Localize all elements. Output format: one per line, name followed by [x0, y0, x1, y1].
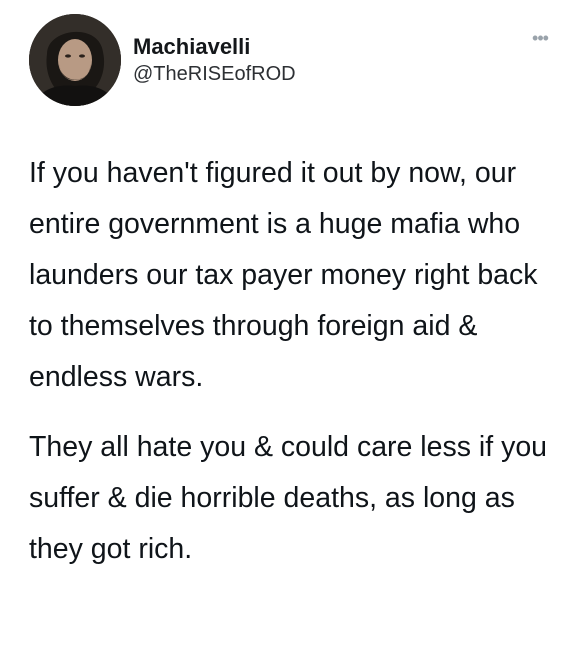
tweet-card: Machiavelli @TheRISEofROD ••• If you hav…	[0, 0, 572, 653]
avatar[interactable]	[29, 14, 121, 106]
avatar-photo-icon	[29, 14, 121, 106]
user-handle[interactable]: @TheRISEofROD	[133, 63, 296, 86]
tweet-paragraph: If you haven't figured it out by now, ou…	[29, 157, 538, 393]
tweet-text: If you haven't figured it out by now, ou…	[29, 148, 559, 575]
more-options-icon[interactable]: •••	[528, 29, 552, 47]
tweet-paragraph: They all hate you & could care less if y…	[29, 431, 548, 565]
display-name[interactable]: Machiavelli	[133, 34, 250, 60]
